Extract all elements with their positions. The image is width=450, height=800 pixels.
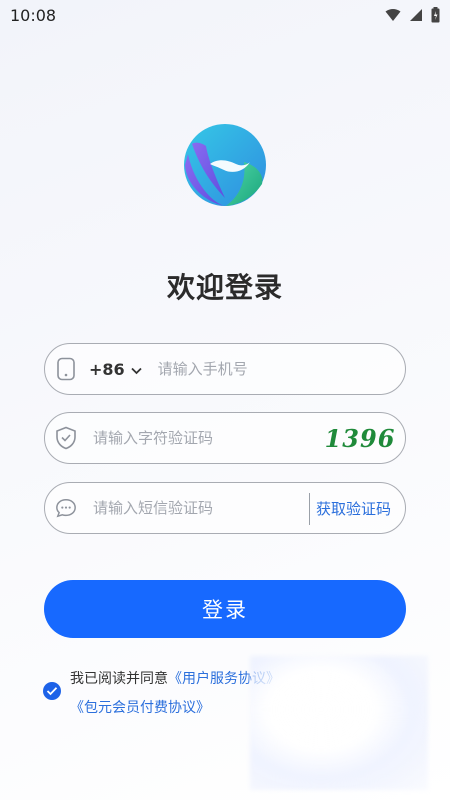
country-code-selector[interactable]: +86 (89, 360, 142, 379)
status-time: 10:08 (10, 5, 57, 25)
page-title: 欢迎登录 (166, 271, 283, 304)
wifi-icon (385, 9, 401, 21)
phone-input[interactable] (155, 359, 360, 379)
country-code: +86 (89, 359, 125, 379)
agreement-checkbox[interactable] (43, 682, 61, 700)
shield-icon (55, 426, 77, 450)
phone-field[interactable]: +86 (44, 343, 406, 395)
signal-icon (410, 9, 422, 21)
login-button[interactable]: 登录 (44, 580, 406, 638)
phone-icon (55, 357, 77, 381)
agreement-text: 我已阅读并同意《用户服务协议》 (70, 668, 280, 688)
divider (309, 493, 310, 525)
membership-agreement-link[interactable]: 《包元会员付费协议》 (70, 697, 210, 717)
watermark-overlay (250, 656, 428, 790)
status-icons (385, 7, 440, 23)
message-icon (55, 497, 77, 519)
captcha-input[interactable] (91, 428, 315, 448)
sms-field[interactable]: 获取验证码 (44, 482, 406, 534)
get-code-button[interactable]: 获取验证码 (316, 483, 391, 533)
captcha-image[interactable]: 1396 (325, 421, 395, 455)
agreement-prefix: 我已阅读并同意 (70, 671, 168, 687)
app-logo (184, 124, 266, 206)
status-bar: 10:08 (0, 0, 450, 30)
chevron-down-icon (131, 360, 142, 379)
battery-icon (431, 7, 440, 23)
captcha-field[interactable]: 1396 (44, 412, 406, 464)
sms-input[interactable] (91, 498, 295, 518)
